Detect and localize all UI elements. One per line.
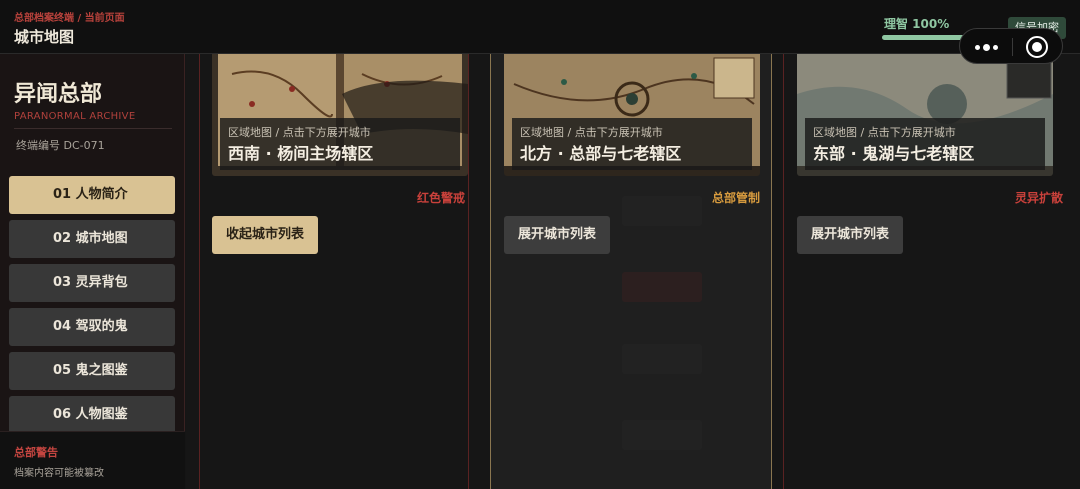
region-map[interactable]: 区域地图 / 点击下方展开城市 北方 · 总部与七老辖区 — [504, 54, 760, 176]
sidebar-item-city-map[interactable]: 02 城市地图 — [9, 220, 175, 258]
sidebar-item-ghosts[interactable]: 04 驾驭的鬼 — [9, 308, 175, 346]
status-badge: 总部管制 — [711, 191, 760, 205]
expand-city-list-button[interactable]: 展开城市列表 — [797, 216, 904, 254]
sidebar-item-ghost-codex[interactable]: 05 鬼之图鉴 — [9, 352, 175, 390]
column-border — [490, 54, 491, 489]
map-caption: 区域地图 / 点击下方展开城市 — [520, 126, 663, 139]
column-border — [199, 54, 200, 489]
column-border — [468, 54, 469, 489]
ghost-button — [622, 196, 702, 226]
sanity-label: 理智 100% — [884, 17, 950, 31]
sidebar: 异闻总部 PARANORMAL ARCHIVE 终端编号 DC-071 01 人… — [0, 54, 185, 489]
collapse-city-list-button[interactable]: 收起城市列表 — [212, 216, 319, 254]
region-map[interactable]: 区域地图 / 点击下方展开城市 西南 · 杨间主场辖区 — [212, 54, 468, 176]
sidebar-item-backpack[interactable]: 03 灵异背包 — [9, 264, 175, 302]
top-bar: 总部档案终端 / 当前页面 城市地图 理智 100% 信号加密 — [0, 0, 1080, 54]
map-caption: 区域地图 / 点击下方展开城市 — [813, 126, 956, 139]
sidebar-item-character-codex[interactable]: 06 人物图鉴 — [9, 396, 175, 434]
capsule-divider — [1012, 38, 1013, 56]
sidebar-item-profile[interactable]: 01 人物简介 — [9, 176, 175, 214]
terminal-id: 终端编号 DC-071 — [16, 139, 105, 152]
main-content: 区域地图 / 点击下方展开城市 西南 · 杨间主场辖区 红色警戒 收起城市列表 — [186, 54, 1080, 489]
warning-title: 总部警告 — [14, 446, 58, 459]
region-name: 西南 · 杨间主场辖区 — [228, 144, 374, 163]
mini-program-capsule — [959, 28, 1063, 64]
sidebar-footer: 总部警告 档案内容可能被篡改 — [0, 431, 185, 489]
more-icon[interactable] — [972, 40, 1000, 54]
status-badge: 红色警戒 — [416, 191, 465, 205]
region-name: 东部 · 鬼湖与七老辖区 — [813, 144, 975, 163]
column-border — [783, 54, 784, 489]
column-border — [771, 54, 772, 489]
region-name: 北方 · 总部与七老辖区 — [520, 144, 682, 163]
ghost-button — [622, 272, 702, 302]
ghost-button — [622, 420, 702, 450]
expand-city-list-button[interactable]: 展开城市列表 — [504, 216, 611, 254]
close-icon[interactable] — [1026, 36, 1048, 58]
map-caption: 区域地图 / 点击下方展开城市 — [228, 126, 371, 139]
brand-divider — [14, 128, 172, 129]
sidebar-nav: 01 人物简介 02 城市地图 03 灵异背包 04 驾驭的鬼 05 鬼之图鉴 … — [9, 176, 175, 440]
region-column: 区域地图 / 点击下方展开城市 东部 · 鬼湖与七老辖区 灵异扩散 展开城市列表 — [783, 54, 1068, 489]
breadcrumb: 总部档案终端 / 当前页面 — [14, 13, 125, 24]
warning-desc: 档案内容可能被篡改 — [14, 468, 104, 479]
page-title: 城市地图 — [14, 28, 75, 46]
status-badge: 灵异扩散 — [1014, 191, 1063, 205]
ghost-button — [622, 344, 702, 374]
region-column: 区域地图 / 点击下方展开城市 北方 · 总部与七老辖区 总部管制 展开城市列表 — [490, 54, 772, 489]
region-map[interactable]: 区域地图 / 点击下方展开城市 东部 · 鬼湖与七老辖区 — [797, 54, 1053, 176]
background-city-list — [492, 196, 762, 489]
region-column: 区域地图 / 点击下方展开城市 西南 · 杨间主场辖区 红色警戒 收起城市列表 — [199, 54, 469, 489]
brand-subtitle: PARANORMAL ARCHIVE — [14, 111, 136, 122]
brand-title: 异闻总部 — [14, 82, 103, 107]
